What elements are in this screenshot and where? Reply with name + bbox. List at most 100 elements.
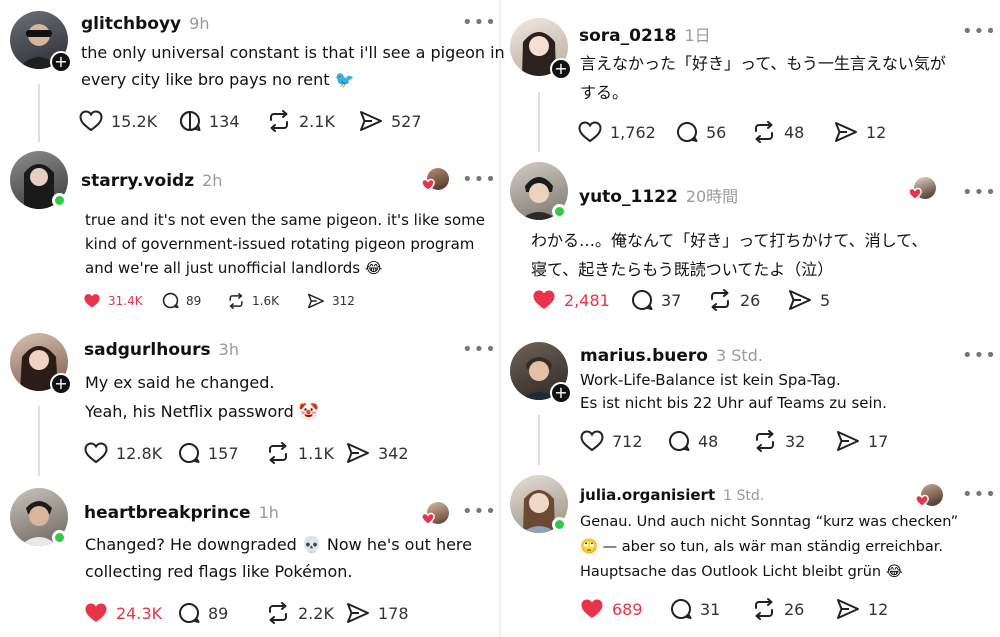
reply-count: 157 <box>208 443 239 463</box>
action-bar: 689 31 26 12 <box>580 598 888 620</box>
post-starry-voidz[interactable]: starry.voidz 2h ••• true and it's not ev… <box>0 150 500 320</box>
post-heartbreakprince[interactable]: heartbreakprince 1h ••• Changed? He down… <box>0 484 500 637</box>
share-button[interactable]: 17 <box>836 430 888 452</box>
repost-button[interactable]: 48 <box>752 121 834 143</box>
reply-button[interactable]: 134 <box>179 110 267 132</box>
post-time: 1h <box>258 503 279 522</box>
like-button[interactable]: 712 <box>580 430 668 452</box>
like-count: 24.3K <box>116 603 163 623</box>
online-status-dot <box>52 530 67 545</box>
avatar[interactable] <box>510 162 568 220</box>
liked-by-author-badge <box>421 502 449 526</box>
username[interactable]: glitchboyy <box>81 14 181 34</box>
post-sora-0218[interactable]: + sora_0218 1日 ••• 言えなかった「好き」って、もう一生言えない… <box>500 0 1000 160</box>
post-text-line: 🙄 — aber so tun, als wär man ständig err… <box>580 539 943 555</box>
post-text-line: Hauptsache das Outlook Licht bleibt grün… <box>580 564 903 580</box>
reply-button[interactable]: 48 <box>668 430 753 452</box>
post-yuto-1122[interactable]: yuto_1122 20時間 ••• わかる…。俺なんて「好き」って打ちかけて、… <box>500 160 1000 330</box>
share-button[interactable]: 12 <box>836 598 888 620</box>
avatar[interactable] <box>10 151 68 209</box>
more-icon[interactable]: ••• <box>462 339 497 360</box>
post-sadgurlhours[interactable]: + sadgurlhours 3h ••• My ex said he chan… <box>0 322 500 482</box>
reply-count: 48 <box>698 431 719 451</box>
follow-plus-icon[interactable]: + <box>550 58 572 80</box>
more-icon[interactable]: ••• <box>962 345 997 366</box>
post-text: 言えなかった「好き」って、もう一生言えない気が する。 <box>580 49 946 107</box>
heart-icon <box>421 178 435 192</box>
share-button[interactable]: 312 <box>307 293 355 309</box>
reply-button[interactable]: 31 <box>670 598 752 620</box>
heart-icon <box>908 187 922 201</box>
repost-button[interactable]: 32 <box>753 430 836 452</box>
share-icon <box>307 293 324 308</box>
username[interactable]: starry.voidz <box>81 171 194 191</box>
avatar[interactable]: + <box>10 333 72 395</box>
avatar[interactable]: + <box>10 11 72 73</box>
repost-button[interactable]: 26 <box>752 598 836 620</box>
avatar[interactable] <box>510 475 568 533</box>
like-count: 15.2K <box>111 111 158 131</box>
follow-plus-icon[interactable]: + <box>50 51 72 73</box>
reply-button[interactable]: 89 <box>162 292 227 309</box>
post-text: わかる…。俺なんて「好き」って打ちかけて、消して、 寝て、起きたらもう既読ついて… <box>531 226 927 284</box>
like-button[interactable]: 31.4K <box>83 293 162 309</box>
avatar[interactable] <box>10 488 68 546</box>
avatar[interactable]: + <box>510 342 572 404</box>
like-button[interactable]: 2,481 <box>532 289 631 311</box>
more-icon[interactable]: ••• <box>462 12 497 33</box>
reply-count: 89 <box>208 603 229 623</box>
share-button[interactable]: 12 <box>834 121 886 143</box>
reply-button[interactable]: 157 <box>178 442 266 464</box>
post-time: 20時間 <box>685 187 739 206</box>
repost-button[interactable]: 1.6K <box>227 292 307 309</box>
reply-button[interactable]: 37 <box>631 289 708 311</box>
share-icon <box>789 290 811 310</box>
heart-icon <box>580 430 604 452</box>
username[interactable]: sadgurlhours <box>84 340 211 360</box>
post-text-line: わかる…。俺なんて「好き」って打ちかけて、消して、 <box>531 231 928 250</box>
share-button[interactable]: 342 <box>346 442 409 464</box>
repost-button[interactable]: 1.1K <box>266 442 346 464</box>
like-button[interactable]: 15.2K <box>79 110 179 132</box>
post-marius-buero[interactable]: + marius.buero 3 Std. ••• Work-Life-Bala… <box>500 330 1000 470</box>
username[interactable]: yuto_1122 <box>579 187 678 207</box>
repost-count: 32 <box>785 431 806 451</box>
username[interactable]: heartbreakprince <box>84 503 251 523</box>
action-bar: 12.8K 157 1.1K 342 <box>84 442 409 464</box>
repost-count: 1.1K <box>298 443 334 463</box>
liked-by-author-badge <box>908 177 936 201</box>
more-icon[interactable]: ••• <box>962 21 997 42</box>
repost-button[interactable]: 26 <box>708 289 788 311</box>
reply-button[interactable]: 89 <box>178 602 266 624</box>
more-icon[interactable]: ••• <box>462 169 497 190</box>
heart-icon <box>578 121 602 143</box>
more-icon[interactable]: ••• <box>462 501 497 522</box>
like-button[interactable]: 24.3K <box>84 602 178 624</box>
share-icon <box>347 443 369 463</box>
reply-count: 56 <box>706 122 727 142</box>
follow-plus-icon[interactable]: + <box>550 382 572 404</box>
share-button[interactable]: 527 <box>359 110 422 132</box>
more-icon[interactable]: ••• <box>962 484 997 505</box>
like-button[interactable]: 689 <box>580 598 670 620</box>
username[interactable]: sora_0218 <box>579 26 676 46</box>
share-button[interactable]: 178 <box>346 602 409 624</box>
reply-button[interactable]: 56 <box>676 121 752 143</box>
post-julia-organisiert[interactable]: julia.organisiert 1 Std. ••• Genau. Und … <box>500 470 1000 637</box>
share-button[interactable]: 5 <box>788 289 830 311</box>
username[interactable]: marius.buero <box>580 346 708 366</box>
username[interactable]: julia.organisiert <box>580 486 715 504</box>
post-text-line: and we're all just unofficial landlords … <box>85 259 383 277</box>
like-button[interactable]: 12.8K <box>84 442 178 464</box>
share-icon <box>360 111 382 131</box>
follow-plus-icon[interactable]: + <box>50 373 72 395</box>
more-icon[interactable]: ••• <box>962 182 997 203</box>
repost-button[interactable]: 2.2K <box>266 602 346 624</box>
repost-button[interactable]: 2.1K <box>267 110 359 132</box>
action-bar: 712 48 32 17 <box>580 430 888 452</box>
avatar[interactable]: + <box>510 18 572 80</box>
reply-count: 89 <box>186 293 202 308</box>
like-button[interactable]: 1,762 <box>578 121 676 143</box>
post-glitchboyy[interactable]: + glitchboyy 9h ••• the only universal c… <box>0 0 505 150</box>
post-time: 1 Std. <box>723 488 765 504</box>
